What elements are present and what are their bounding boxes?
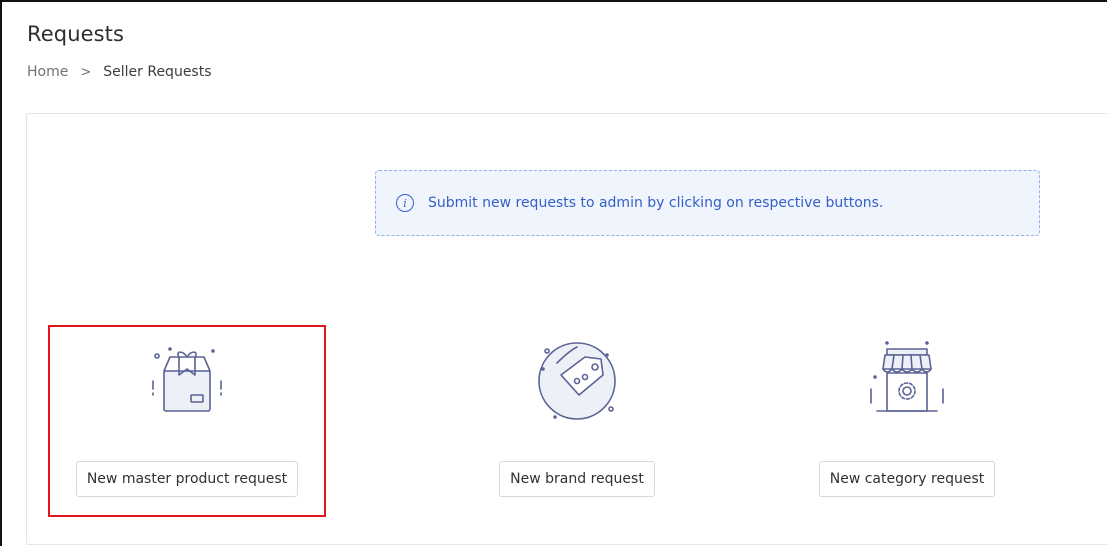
info-icon: i [396,194,414,212]
tag-icon [527,329,627,429]
new-brand-request-button[interactable]: New brand request [499,461,655,497]
store-icon [857,329,957,429]
app-frame: Requests Home > Seller Requests i Submit… [0,0,1107,546]
highlight-box [48,325,326,517]
category-option: New category request [767,329,1047,497]
info-alert: i Submit new requests to admin by clicki… [375,170,1040,236]
page-title: Requests [27,22,125,46]
breadcrumb-home[interactable]: Home [27,64,68,80]
new-category-request-button[interactable]: New category request [818,461,996,497]
breadcrumb: Home > Seller Requests [27,64,212,80]
info-text: Submit new requests to admin by clicking… [428,195,884,211]
breadcrumb-current: Seller Requests [103,64,212,80]
brand-option: New brand request [437,329,717,497]
breadcrumb-separator-icon: > [80,64,92,80]
